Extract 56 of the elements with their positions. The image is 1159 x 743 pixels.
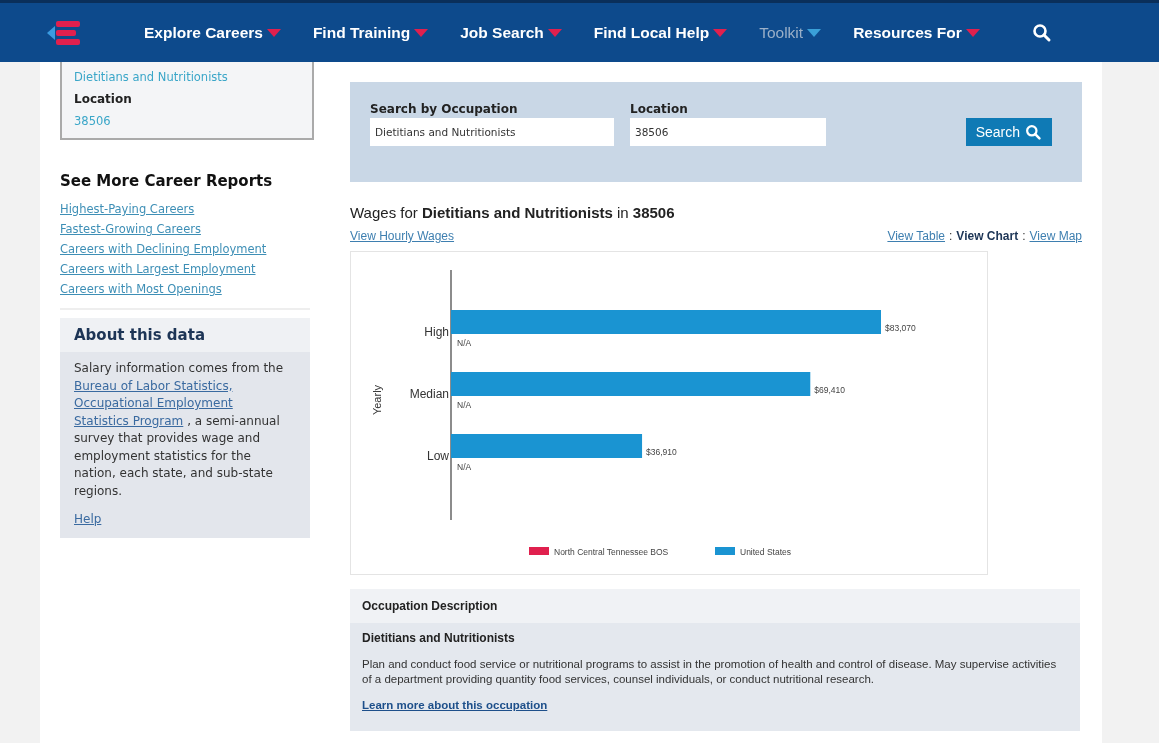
separator: : xyxy=(1022,229,1026,243)
legend-label: United States xyxy=(740,547,792,557)
nav-menu-item[interactable]: Job Search xyxy=(460,23,562,42)
legend-label: North Central Tennessee BOS xyxy=(554,547,669,557)
field-label: Location xyxy=(630,102,689,116)
nav-menu-item[interactable]: Resources For xyxy=(853,23,980,42)
learn-more-link[interactable]: Learn more about this occupation xyxy=(362,699,548,711)
separator: : xyxy=(949,229,953,243)
caret-icon xyxy=(807,28,822,37)
category-label: Low xyxy=(427,449,449,463)
hourly-wages-link[interactable]: View Hourly Wages xyxy=(350,229,455,243)
location-input[interactable]: 38506 xyxy=(630,118,826,146)
caret-icon xyxy=(414,28,429,37)
value-label: $36,910 xyxy=(646,447,677,458)
value-label: N/A xyxy=(457,338,472,349)
caret-icon xyxy=(547,28,562,37)
caret-icon xyxy=(266,28,281,37)
source-link[interactable]: Statistics Program xyxy=(74,413,184,428)
view-link[interactable]: View Chart xyxy=(956,229,1019,243)
view-link[interactable]: View Table xyxy=(887,229,945,243)
section-title: See More Career Reports xyxy=(60,172,274,190)
occupation-title: Dietitians and Nutritionists xyxy=(362,631,516,645)
caret-icon xyxy=(713,28,728,37)
description-text: Plan and conduct food service or nutritional programs to assist in the promotion of health and control of disease. May supervise activities of a department providing quantity food services, counsel individuals, or conduct nutritional research. xyxy=(362,657,1058,687)
search-icon[interactable] xyxy=(1031,22,1052,43)
value-label: N/A xyxy=(457,462,472,473)
nav-menu-item[interactable]: Explore Careers xyxy=(144,23,281,42)
nav-menu-item[interactable]: Toolkit xyxy=(759,23,822,42)
field-label: Search by Occupation xyxy=(370,102,519,116)
about-paragraph: Salary information comes from the Bureau of Labor Statistics, Occupational Employment Statistics Program , a semi-annual survey that provides wage and employment statistics for the nation, each state, and sub-state regions. xyxy=(74,360,285,500)
caret-icon xyxy=(965,28,980,37)
wages-title: Wages for Dietitians and Nutritionists in 38506 xyxy=(350,204,676,221)
career-report-link[interactable]: Careers with Declining Employment xyxy=(60,242,310,256)
source-link[interactable]: Occupational Employment xyxy=(74,396,233,410)
location-label: Location xyxy=(74,92,133,106)
view-link[interactable]: View Map xyxy=(1029,229,1082,243)
search-icon xyxy=(1025,123,1042,141)
value-label: $83,070 xyxy=(885,323,916,334)
occupation-link[interactable]: Dietitians and Nutritionists xyxy=(74,70,300,84)
occupation-input[interactable]: Dietitians and Nutritionists xyxy=(370,118,614,146)
axis-label: Yearly xyxy=(371,384,383,416)
location-link[interactable]: 38506 xyxy=(74,114,300,128)
category-label: Median xyxy=(409,387,449,401)
career-report-link[interactable]: Fastest-Growing Careers xyxy=(60,222,310,236)
career-report-link[interactable]: Highest-Paying Careers xyxy=(60,202,310,216)
search-button[interactable]: Search xyxy=(965,118,1052,146)
value-label: $69,410 xyxy=(814,385,846,396)
nav-menu-item[interactable]: Find Training xyxy=(312,23,429,42)
source-link[interactable]: Bureau of Labor Statistics, xyxy=(74,378,233,393)
category-label: High xyxy=(424,325,449,339)
value-label: N/A xyxy=(457,400,472,411)
career-report-link[interactable]: Careers with Most Openings xyxy=(60,282,310,296)
career-report-link[interactable]: Careers with Largest Employment xyxy=(60,262,310,276)
nav-menu-item[interactable]: Find Local Help xyxy=(593,23,728,42)
description-header: Occupation Description xyxy=(350,589,1080,623)
help-link[interactable]: Help xyxy=(74,512,102,526)
